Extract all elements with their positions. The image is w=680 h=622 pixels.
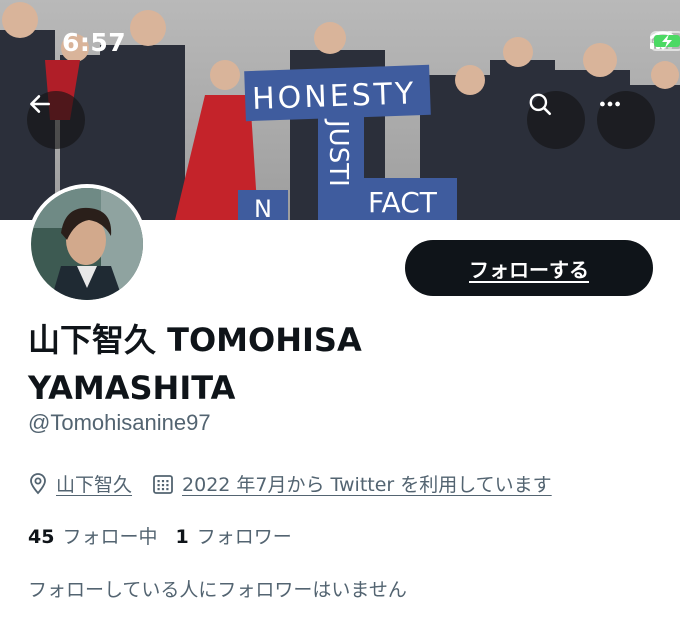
search-button[interactable] xyxy=(527,91,585,149)
profile-handle: @Tomohisanine97 xyxy=(28,410,211,435)
following-label: フォロー中 xyxy=(62,526,158,548)
avatar-photo xyxy=(31,188,143,300)
back-button[interactable] xyxy=(27,91,85,149)
profile-counts-row: 45 フォロー中 1 フォロワー xyxy=(28,522,292,549)
battery-charging-icon xyxy=(650,31,680,51)
calendar-icon xyxy=(152,473,174,495)
followers-count: 1 xyxy=(175,526,189,548)
banner-sign-fact: FACT xyxy=(368,186,438,219)
banner-sign-honesty: HONESTY xyxy=(252,76,417,117)
followers-label: フォロワー xyxy=(196,526,292,548)
status-time: 6:57 xyxy=(62,28,127,57)
following-count: 45 xyxy=(28,526,55,548)
avatar[interactable] xyxy=(27,184,147,304)
followers-you-know-note: フォローしている人にフォロワーはいません xyxy=(28,579,407,601)
profile-meta-row: 山下智久 2022 年7月から Twitter を利用しています xyxy=(28,470,552,497)
profile-joined-date[interactable]: 2022 年7月から Twitter を利用しています xyxy=(182,470,552,497)
followers-link[interactable]: 1 フォロワー xyxy=(175,522,291,549)
location-pin-icon xyxy=(28,472,48,495)
search-icon xyxy=(529,93,552,116)
arrow-left-icon xyxy=(30,95,50,113)
following-link[interactable]: 45 フォロー中 xyxy=(28,522,157,549)
profile-location-link[interactable]: 山下智久 xyxy=(56,470,132,497)
more-dots-icon xyxy=(600,101,620,107)
more-options-button[interactable] xyxy=(597,91,655,149)
banner-sign-justice: JUSTI xyxy=(323,118,353,187)
banner-sign-n: N xyxy=(254,195,272,220)
follow-button[interactable]: フォローする xyxy=(405,240,653,296)
profile-display-name: 山下智久 TOMOHISA YAMASHITA xyxy=(28,321,362,407)
